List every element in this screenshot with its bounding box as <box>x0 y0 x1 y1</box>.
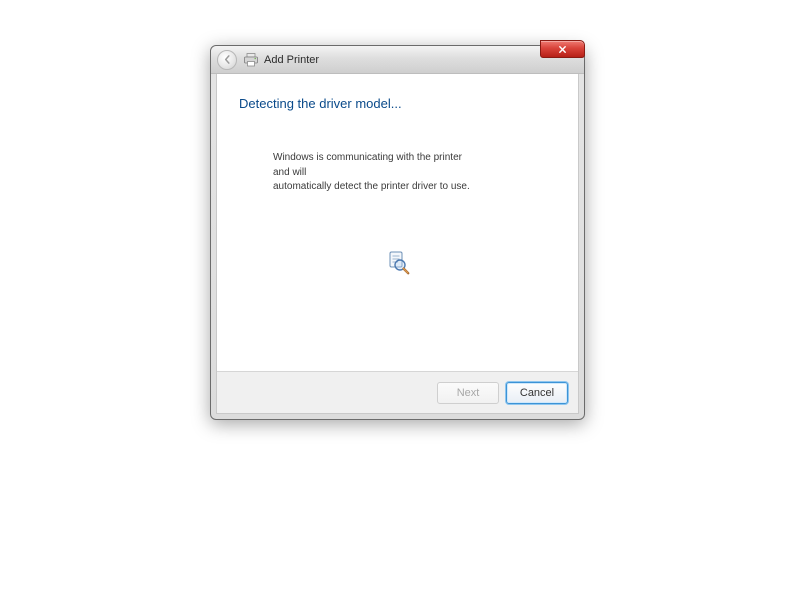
window-title: Add Printer <box>264 54 319 66</box>
page-heading: Detecting the driver model... <box>237 96 558 111</box>
close-icon <box>558 45 567 54</box>
client-area: Detecting the driver model... Windows is… <box>216 74 579 414</box>
close-button[interactable] <box>540 40 585 58</box>
titlebar[interactable]: Add Printer <box>211 46 584 74</box>
cancel-button[interactable]: Cancel <box>506 382 568 404</box>
next-button: Next <box>437 382 499 404</box>
printer-icon <box>243 53 259 67</box>
window-border-bottom <box>211 414 584 419</box>
content-area: Detecting the driver model... Windows is… <box>217 74 578 371</box>
status-line-1: Windows is communicating with the printe… <box>273 152 462 178</box>
add-printer-window: Add Printer Detecting the driver model..… <box>210 45 585 420</box>
status-text: Windows is communicating with the printe… <box>273 151 473 195</box>
back-button[interactable] <box>217 50 237 70</box>
back-arrow-icon <box>223 55 232 64</box>
searching-icon <box>385 250 411 279</box>
footer: Next Cancel <box>217 371 578 413</box>
status-line-2: automatically detect the printer driver … <box>273 181 470 192</box>
